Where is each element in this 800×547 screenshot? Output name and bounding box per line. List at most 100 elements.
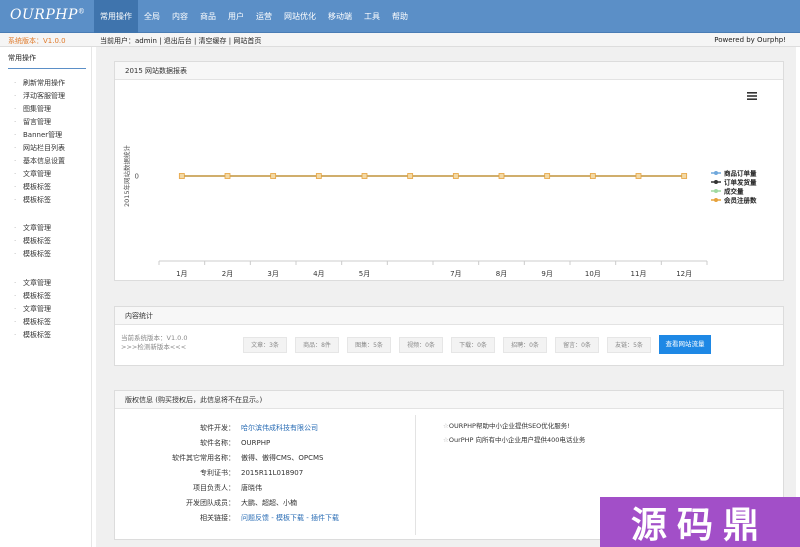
- nav-item[interactable]: 用户: [222, 0, 250, 33]
- legend-marker: [714, 180, 718, 184]
- data-point: [681, 173, 688, 179]
- x-tick-label: 12月: [676, 270, 692, 278]
- data-point: [361, 173, 368, 179]
- logo[interactable]: OURPHP®: [10, 7, 85, 25]
- stat-item: 文章：3条: [243, 337, 287, 353]
- top-navbar: OURPHP® 常用操作 全局 内容 商品 用户 运营 网站优化 移动端 工具 帮助: [0, 0, 800, 33]
- current-version: 当前系统版本：V1.0.0: [121, 334, 188, 342]
- sidebar: 常用操作 刷新常用操作浮动客服管理图集管理留言管理Banner管理网站栏目列表基…: [0, 47, 92, 547]
- copyright-key: 开发团队成员：: [186, 499, 235, 507]
- x-tick-label: 3月: [267, 270, 278, 278]
- stats-panel-title: 内容统计: [115, 307, 783, 325]
- data-point: [270, 173, 277, 179]
- main-nav: 常用操作 全局 内容 商品 用户 运营 网站优化 移动端 工具 帮助: [94, 0, 414, 33]
- copyright-value: 傲得、傲得CMS、OPCMS: [241, 454, 324, 462]
- x-tick-label: 2月: [222, 270, 233, 278]
- sidebar-item[interactable]: 刷新常用操作: [14, 77, 65, 90]
- x-tick-label: 4月: [313, 270, 324, 278]
- sidebar-item[interactable]: 浮动客服管理: [14, 90, 65, 103]
- nav-item[interactable]: 内容: [166, 0, 194, 33]
- legend-label[interactable]: 成交量: [724, 187, 744, 196]
- nav-item[interactable]: 运营: [250, 0, 278, 33]
- stat-item: 下载：0条: [451, 337, 495, 353]
- x-tick-label: 10月: [585, 270, 601, 278]
- sidebar-item[interactable]: 网站栏目列表: [14, 142, 65, 155]
- sidebar-item[interactable]: 模板标签: [14, 290, 51, 303]
- sidebar-item[interactable]: 文章管理: [14, 303, 51, 316]
- data-point: [452, 173, 459, 179]
- divider: [415, 415, 416, 535]
- sidebar-item[interactable]: 留言管理: [14, 116, 65, 129]
- sidebar-title: 常用操作: [8, 53, 86, 69]
- legend-label[interactable]: 订单发货量: [724, 178, 757, 187]
- data-point: [498, 173, 505, 179]
- line-chart: 2015年网站数据统计 0 1月 2月 3月 4月 5月 7月 8月 9月 10月 11月 12月 商品订…: [122, 144, 757, 278]
- service-note: ☆OurPHP 向所有中小企业用户提供400电话业务: [443, 436, 586, 444]
- copyright-row: 软件名称： OURPHP: [115, 436, 415, 450]
- copyright-key: 专利证书：: [200, 469, 235, 477]
- sidebar-item[interactable]: 模板标签: [14, 329, 51, 342]
- copyright-key: 项目负责人：: [193, 484, 235, 492]
- legend-marker: [714, 171, 718, 175]
- sidebar-item[interactable]: 文章管理: [14, 277, 51, 290]
- stat-item: 留言：0条: [555, 337, 599, 353]
- powered-by: Powered by Ourphp!: [714, 36, 786, 44]
- copyright-value: 2015R11L018907: [241, 469, 304, 477]
- nav-item[interactable]: 商品: [194, 0, 222, 33]
- user-links[interactable]: 当前用户：admin | 退出后台 | 清空缓存 | 网站首页: [100, 36, 261, 46]
- y-tick-label: 0: [135, 173, 139, 181]
- service-notes: ☆OURPHP帮助中小企业提供SEO优化服务! ☆OurPHP 向所有中小企业用…: [443, 419, 585, 447]
- copyright-row: 项目负责人： 唐晓伟: [115, 481, 415, 495]
- x-tick-label: 1月: [176, 270, 187, 278]
- copyright-row: 软件其它常用名称： 傲得、傲得CMS、OPCMS: [115, 451, 415, 465]
- hamburger-icon[interactable]: [747, 92, 757, 100]
- data-point: [407, 173, 414, 179]
- view-traffic-button[interactable]: 查看网站流量: [659, 335, 711, 354]
- watermark-logo: 源码鼎: [600, 497, 800, 547]
- copyright-key: 相关链接：: [200, 514, 235, 522]
- sidebar-item[interactable]: 文章管理: [14, 222, 51, 235]
- stat-item: 商品：8件: [295, 337, 339, 353]
- legend-label[interactable]: 商品订单量: [724, 169, 757, 178]
- nav-item[interactable]: 工具: [358, 0, 386, 33]
- data-point: [178, 173, 185, 179]
- copyright-value: 大鹏、超超、小楠: [241, 499, 297, 507]
- data-point: [224, 173, 231, 179]
- stat-item: 图集：5条: [347, 337, 391, 353]
- sidebar-group-3: 文章管理模板标签文章管理模板标签模板标签: [14, 277, 51, 342]
- sidebar-group-2: 文章管理模板标签模板标签: [14, 222, 51, 261]
- check-update-link[interactable]: >>>检测新版本<<<: [121, 343, 188, 352]
- stat-item: 友链：5条: [607, 337, 651, 353]
- copyright-key: 软件名称：: [200, 439, 235, 447]
- copyright-key: 软件其它常用名称：: [172, 454, 235, 462]
- sidebar-item[interactable]: 模板标签: [14, 248, 51, 261]
- main-content: 2015 网站数据报表 2015年网站数据统计 0 1月 2月 3月 4月 5月 7月 8月 9月…: [96, 47, 796, 547]
- copyright-value[interactable]: 哈尔滨伟成科技有限公司: [241, 421, 318, 435]
- legend-marker: [714, 198, 718, 202]
- sidebar-item[interactable]: 模板标签: [14, 316, 51, 329]
- sidebar-item[interactable]: 基本信息设置: [14, 155, 65, 168]
- nav-item[interactable]: 移动端: [322, 0, 358, 33]
- nav-item[interactable]: 帮助: [386, 0, 414, 33]
- service-note: ☆OURPHP帮助中小企业提供SEO优化服务!: [443, 422, 570, 430]
- chart-panel: 2015 网站数据报表 2015年网站数据统计 0 1月 2月 3月 4月 5月 7月 8月 9月…: [114, 61, 784, 281]
- copyright-value: 唐晓伟: [241, 484, 262, 492]
- nav-item[interactable]: 网站优化: [278, 0, 322, 33]
- copyright-row: 开发团队成员： 大鹏、超超、小楠: [115, 496, 415, 510]
- x-tick-label: 7月: [450, 270, 461, 278]
- sidebar-item[interactable]: 模板标签: [14, 194, 65, 207]
- legend-marker: [714, 189, 718, 193]
- copyright-value[interactable]: 问题反馈 - 模板下载 - 插件下载: [241, 511, 339, 525]
- sidebar-item[interactable]: 图集管理: [14, 103, 65, 116]
- nav-item[interactable]: 全局: [138, 0, 166, 33]
- sidebar-item[interactable]: 文章管理: [14, 168, 65, 181]
- chart-panel-title: 2015 网站数据报表: [115, 62, 783, 80]
- nav-item[interactable]: 常用操作: [94, 0, 138, 33]
- copyright-value: OURPHP: [241, 439, 271, 447]
- sidebar-item[interactable]: Banner管理: [14, 129, 65, 142]
- sidebar-item[interactable]: 模板标签: [14, 181, 65, 194]
- copyright-panel-title: 版权信息 (购买授权后，此信息将不在显示。): [115, 391, 783, 409]
- data-point: [544, 173, 551, 179]
- sidebar-item[interactable]: 模板标签: [14, 235, 51, 248]
- legend-label[interactable]: 会员注册数: [724, 196, 757, 205]
